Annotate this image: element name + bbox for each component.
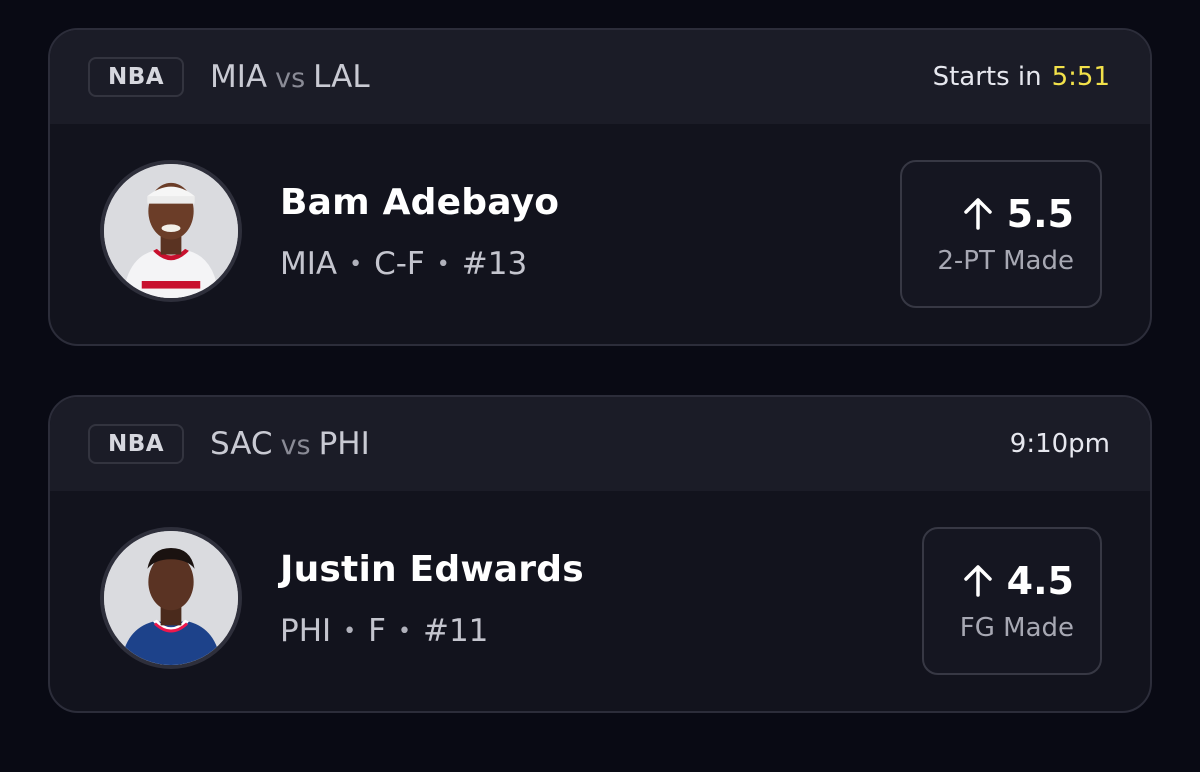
player-position: C-F [374, 246, 425, 282]
prop-button[interactable]: 4.5 FG Made [922, 527, 1102, 675]
player-number: #13 [461, 246, 528, 282]
matchup: SAC vs PHI [210, 426, 370, 462]
away-team: PHI [318, 426, 370, 462]
separator-dot: • [343, 618, 357, 644]
arrow-up-icon [963, 198, 992, 230]
player-team: PHI [280, 613, 332, 649]
vs-label: vs [280, 430, 311, 461]
arrow-up-icon [963, 565, 992, 597]
player-photo [104, 531, 238, 665]
player-avatar[interactable] [100, 160, 242, 302]
player-meta: MIA • C-F • #13 [280, 246, 527, 282]
matchup: MIA vs LAL [210, 59, 370, 95]
player-meta: PHI • F • #11 [280, 613, 488, 649]
start-time: 9:10pm [1010, 397, 1110, 491]
vs-label: vs [275, 63, 306, 94]
separator-dot: • [397, 618, 411, 644]
start-prefix: Starts in [932, 62, 1042, 92]
player-photo [104, 164, 238, 298]
start-countdown: Starts in 5:51 [933, 30, 1110, 124]
prop-line: 4.5 [963, 559, 1074, 603]
pick-card[interactable]: NBA MIA vs LAL Starts in 5:51 Bam Adebay… [48, 28, 1152, 346]
prop-value: 5.5 [1006, 192, 1074, 236]
separator-dot: • [349, 251, 363, 277]
prop-stat: 2-PT Made [937, 246, 1074, 276]
picks-page: NBA MIA vs LAL Starts in 5:51 Bam Adebay… [0, 0, 1200, 772]
away-team: LAL [313, 59, 370, 95]
home-team: MIA [210, 59, 268, 95]
player-name: Bam Adebayo [280, 182, 560, 223]
prop-stat: FG Made [959, 613, 1074, 643]
card-body: Bam Adebayo MIA • C-F • #13 5.5 2-PT Mad… [50, 124, 1150, 344]
league-badge: NBA [88, 57, 184, 97]
prop-button[interactable]: 5.5 2-PT Made [900, 160, 1102, 308]
card-body: Justin Edwards PHI • F • #11 4.5 FG Made [50, 491, 1150, 711]
card-header: NBA MIA vs LAL Starts in 5:51 [50, 30, 1150, 124]
player-position: F [368, 613, 386, 649]
prop-value: 4.5 [1006, 559, 1074, 603]
separator-dot: • [436, 251, 450, 277]
league-badge: NBA [88, 424, 184, 464]
card-header: NBA SAC vs PHI 9:10pm [50, 397, 1150, 491]
player-avatar[interactable] [100, 527, 242, 669]
player-team: MIA [280, 246, 338, 282]
player-number: #11 [422, 613, 489, 649]
home-team: SAC [210, 426, 273, 462]
pick-card[interactable]: NBA SAC vs PHI 9:10pm Justin Edwards PHI… [48, 395, 1152, 713]
start-time-value: 9:10pm [1009, 429, 1110, 459]
start-timer: 5:51 [1051, 62, 1110, 92]
prop-line: 5.5 [963, 192, 1074, 236]
player-name: Justin Edwards [280, 549, 584, 590]
